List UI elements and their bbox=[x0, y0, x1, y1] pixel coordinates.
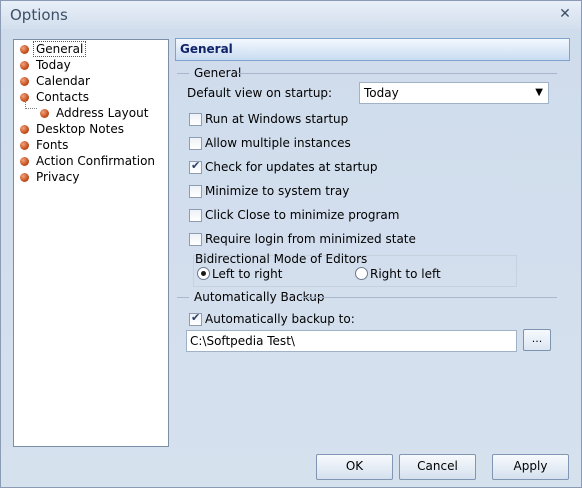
tree-item-action-confirmation[interactable]: Action Confirmation bbox=[20, 153, 155, 169]
default-view-value: Today bbox=[364, 86, 399, 100]
bullet-icon bbox=[20, 173, 29, 182]
radio-left-to-right[interactable] bbox=[197, 267, 210, 280]
options-tree: General Today Calendar Contacts Address … bbox=[13, 39, 169, 447]
bidi-title: Bidirectional Mode of Editors bbox=[195, 252, 368, 266]
checkbox-close-to-minimize[interactable] bbox=[189, 209, 202, 222]
group-divider bbox=[237, 73, 557, 74]
bullet-icon bbox=[20, 125, 29, 134]
default-view-select[interactable]: Today ▼ bbox=[359, 82, 549, 104]
tree-item-address-layout[interactable]: Address Layout bbox=[40, 105, 148, 121]
apply-button[interactable]: Apply bbox=[492, 454, 569, 480]
section-header: General bbox=[175, 38, 570, 61]
bullet-icon bbox=[20, 141, 29, 150]
checkbox-label: Allow multiple instances bbox=[205, 136, 351, 150]
close-icon[interactable]: ✕ bbox=[557, 6, 573, 22]
tree-item-label: Desktop Notes bbox=[36, 122, 124, 136]
backup-path-input[interactable]: C:\Softpedia Test\ bbox=[186, 330, 517, 352]
tree-item-general[interactable]: General bbox=[20, 41, 87, 57]
cancel-button[interactable]: Cancel bbox=[399, 454, 476, 480]
bidi-group: Bidirectional Mode of Editors Left to ri… bbox=[193, 252, 517, 287]
checkbox-label: Check for updates at startup bbox=[205, 160, 378, 174]
bullet-icon bbox=[20, 157, 29, 166]
checkbox-label: Click Close to minimize program bbox=[205, 208, 400, 222]
checkbox-allow-multiple-instances[interactable] bbox=[189, 137, 202, 150]
checkbox-auto-backup[interactable] bbox=[189, 311, 202, 326]
title-bar[interactable]: Options ✕ bbox=[1, 1, 581, 29]
section-title: General bbox=[180, 42, 233, 56]
tree-item-label: Fonts bbox=[36, 138, 69, 152]
default-view-label: Default view on startup: bbox=[187, 86, 333, 100]
ok-button[interactable]: OK bbox=[316, 454, 393, 480]
bullet-icon bbox=[20, 61, 29, 70]
tree-item-label: Action Confirmation bbox=[36, 154, 156, 168]
checkbox-label: Run at Windows startup bbox=[205, 112, 349, 126]
bullet-icon bbox=[20, 45, 29, 54]
group-divider bbox=[177, 73, 189, 74]
tree-item-calendar[interactable]: Calendar bbox=[20, 73, 90, 89]
checkbox-require-login[interactable] bbox=[189, 233, 202, 246]
checkbox-minimize-to-tray[interactable] bbox=[189, 185, 202, 198]
tree-item-desktop-notes[interactable]: Desktop Notes bbox=[20, 121, 124, 137]
tree-connector bbox=[25, 108, 37, 109]
chevron-down-icon: ▼ bbox=[535, 87, 543, 98]
browse-button[interactable]: ... bbox=[523, 329, 551, 351]
group-divider bbox=[177, 297, 189, 298]
group-title-general: General bbox=[194, 66, 242, 80]
tree-item-contacts[interactable]: Contacts bbox=[20, 89, 89, 105]
group-divider bbox=[301, 297, 557, 298]
checkbox-label: Minimize to system tray bbox=[205, 184, 350, 198]
tree-item-label: Calendar bbox=[36, 74, 90, 88]
bullet-icon bbox=[20, 77, 29, 86]
options-dialog: Options ✕ General Today Calendar Contact… bbox=[0, 0, 582, 488]
tree-item-label: Today bbox=[36, 58, 71, 72]
checkbox-label: Require login from minimized state bbox=[205, 232, 416, 246]
tree-item-fonts[interactable]: Fonts bbox=[20, 137, 68, 153]
checkbox-label: Automatically backup to: bbox=[205, 312, 355, 326]
bullet-icon bbox=[40, 109, 49, 118]
tree-item-label: Contacts bbox=[36, 90, 89, 104]
checkbox-check-updates[interactable] bbox=[189, 159, 202, 174]
backup-path-value: C:\Softpedia Test\ bbox=[190, 334, 295, 348]
window-title: Options bbox=[10, 6, 68, 24]
radio-label: Left to right bbox=[212, 267, 283, 281]
tree-item-label: Address Layout bbox=[56, 106, 149, 120]
radio-label: Right to left bbox=[370, 267, 441, 281]
checkbox-run-at-startup[interactable] bbox=[189, 113, 202, 126]
tree-item-label: General bbox=[33, 41, 87, 57]
tree-item-privacy[interactable]: Privacy bbox=[20, 169, 79, 185]
tree-item-label: Privacy bbox=[36, 170, 80, 184]
tree-item-today[interactable]: Today bbox=[20, 57, 71, 73]
radio-right-to-left[interactable] bbox=[355, 267, 368, 280]
